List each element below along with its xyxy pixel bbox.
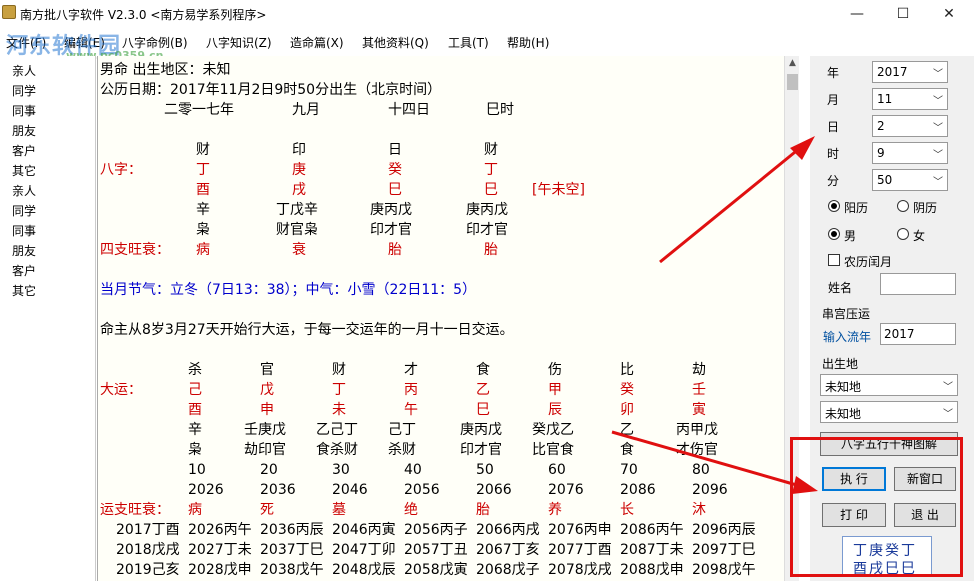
annotation-arrow-line <box>659 146 801 264</box>
annotation-arrow-head <box>790 136 815 160</box>
annotation-arrow-line <box>611 430 801 488</box>
annotation-arrow-head <box>792 476 818 494</box>
annotation-arrows <box>611 136 818 494</box>
